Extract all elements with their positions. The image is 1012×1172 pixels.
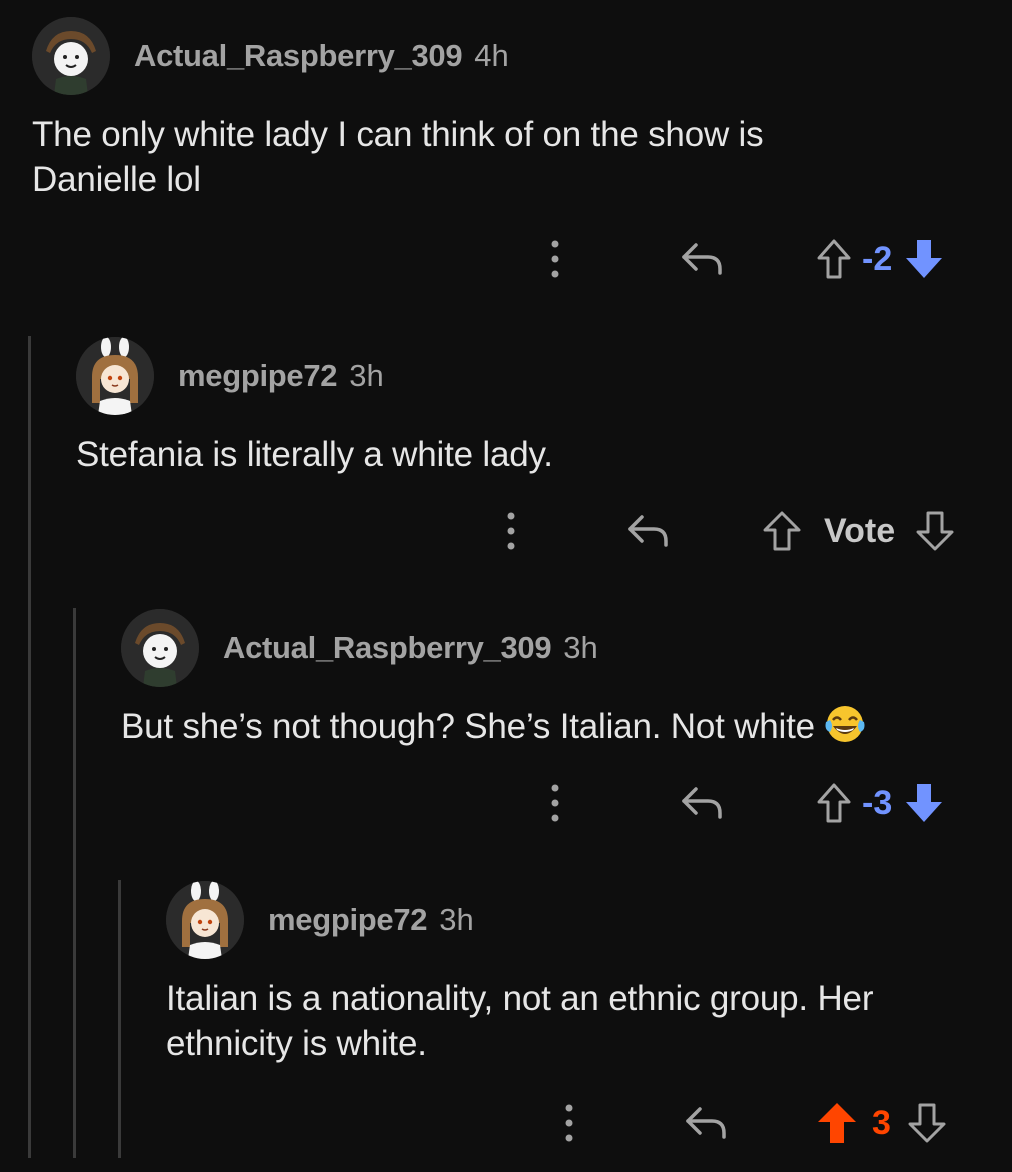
comment-body: Italian is a nationality, not an ethnic … [166,976,996,1066]
vote-score: 3 [872,1103,891,1142]
thread-line-level-3[interactable] [118,880,121,1158]
comment-actions: -2 [540,234,944,284]
more-options-icon[interactable] [554,1098,584,1148]
timestamp: 3h [563,630,598,665]
vote-score: -3 [862,783,893,822]
comment-text-line: But she’s not though? She’s Italian. Not… [121,707,815,746]
comment-1: Actual_Raspberry_309 4h The only white l… [32,16,992,202]
comment-4: megpipe72 3h Italian is a nationality, n… [166,880,996,1066]
thread-line-level-1[interactable] [28,336,31,1158]
comment-header: megpipe72 3h [76,336,986,416]
face-with-tears-of-joy-icon [824,704,866,755]
more-options-icon[interactable] [540,234,570,284]
comment-2: megpipe72 3h Stefania is literally a whi… [76,336,986,477]
avatar[interactable] [76,337,154,415]
downvote-icon[interactable] [904,238,944,280]
comment-actions: -3 [540,778,944,828]
author-name[interactable]: megpipe72 [268,902,428,938]
comment-text-line: ethnicity is white. [166,1024,427,1063]
timestamp: 4h [474,38,509,73]
timestamp: 3h [349,358,384,393]
upvote-icon[interactable] [816,782,852,824]
upvote-icon[interactable] [816,1101,858,1145]
downvote-icon[interactable] [907,1102,947,1144]
comment-3: Actual_Raspberry_309 3h But she’s not th… [121,608,991,755]
reply-icon[interactable] [626,511,672,551]
vote-score: -2 [862,239,893,278]
comment-body: Stefania is literally a white lady. [76,432,986,477]
downvote-icon[interactable] [904,782,944,824]
comment-actions: Vote [496,506,955,556]
more-options-icon[interactable] [496,506,526,556]
comment-header: megpipe72 3h [166,880,996,960]
more-options-icon[interactable] [540,778,570,828]
comment-header: Actual_Raspberry_309 4h [32,16,992,96]
avatar[interactable] [32,17,110,95]
upvote-icon[interactable] [816,238,852,280]
author-name[interactable]: Actual_Raspberry_309 [134,38,463,74]
comment-body: But she’s not though? She’s Italian. Not… [121,704,991,755]
reply-icon[interactable] [684,1103,730,1143]
upvote-icon[interactable] [762,510,802,552]
timestamp: 3h [439,902,474,937]
comment-body: The only white lady I can think of on th… [32,112,992,202]
comment-text-line: Danielle lol [32,160,201,199]
reply-icon[interactable] [680,239,726,279]
avatar[interactable] [166,881,244,959]
comment-text-line: Italian is a nationality, not an ethnic … [166,979,874,1018]
avatar[interactable] [121,609,199,687]
thread-line-level-2[interactable] [73,608,76,1158]
author-name[interactable]: Actual_Raspberry_309 [223,630,552,666]
vote-label: Vote [824,511,896,550]
downvote-icon[interactable] [915,510,955,552]
comment-actions: 3 [554,1098,947,1148]
comment-header: Actual_Raspberry_309 3h [121,608,991,688]
comment-text-line: The only white lady I can think of on th… [32,115,764,154]
comment-text-line: Stefania is literally a white lady. [76,435,553,474]
reply-icon[interactable] [680,783,726,823]
author-name[interactable]: megpipe72 [178,358,338,394]
